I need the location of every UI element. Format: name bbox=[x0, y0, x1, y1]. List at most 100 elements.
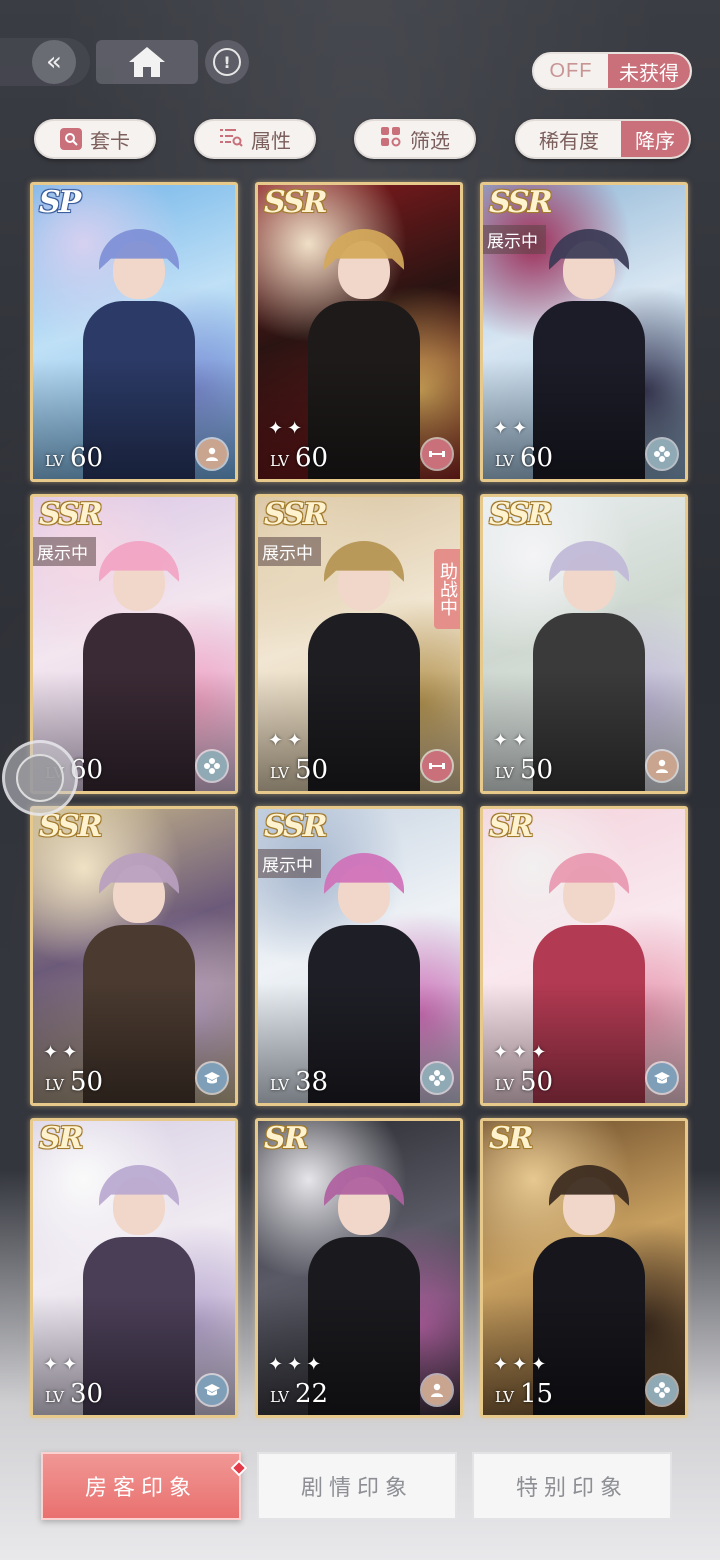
level-display: LV 50 bbox=[495, 1067, 553, 1097]
screen-filter-button[interactable]: 筛选 bbox=[354, 119, 476, 159]
star-icon: ✦ bbox=[512, 730, 528, 751]
rarity-label: SSR bbox=[264, 497, 328, 532]
sort-toggle[interactable]: 稀有度 降序 bbox=[515, 119, 691, 159]
rarity-label: SR bbox=[264, 1121, 309, 1156]
toggle-state-label: 未获得 bbox=[608, 54, 690, 88]
star-row: ✦ ✦ bbox=[493, 418, 527, 439]
level-prefix: LV bbox=[270, 764, 290, 782]
rarity-label: SSR bbox=[39, 497, 103, 532]
star-icon: ✦ bbox=[43, 1042, 59, 1063]
star-icon: ✦ bbox=[493, 730, 509, 751]
screen-filter-label: 筛选 bbox=[410, 128, 450, 153]
level-value: 60 bbox=[520, 443, 554, 473]
set-card-filter-button[interactable]: 套卡 bbox=[34, 119, 156, 159]
level-value: 38 bbox=[295, 1067, 329, 1097]
level-prefix: LV bbox=[495, 452, 515, 470]
person-icon bbox=[647, 751, 677, 781]
star-icon: ✦ bbox=[287, 418, 303, 439]
star-icon: ✦ bbox=[512, 1354, 528, 1375]
character-card[interactable]: SR ✦ ✦ ✦ LV 22 bbox=[255, 1118, 463, 1418]
card-set-icon bbox=[60, 128, 82, 150]
level-display: LV 60 bbox=[495, 443, 553, 473]
character-card[interactable]: SP LV 60 bbox=[30, 182, 238, 482]
level-display: LV 50 bbox=[45, 1067, 103, 1097]
level-display: LV 15 bbox=[495, 1379, 553, 1409]
level-prefix: LV bbox=[495, 764, 515, 782]
star-icon: ✦ bbox=[268, 418, 284, 439]
showing-tag: 展示中 bbox=[258, 537, 321, 566]
sort-order-label: 降序 bbox=[621, 121, 689, 157]
showing-tag: 展示中 bbox=[33, 537, 96, 566]
level-value: 60 bbox=[295, 443, 329, 473]
card-artwork bbox=[33, 185, 235, 479]
star-row: ✦ ✦ ✦ bbox=[493, 1354, 546, 1375]
star-row: ✦ ✦ bbox=[43, 1354, 77, 1375]
star-icon: ✦ bbox=[493, 1354, 509, 1375]
star-icon: ✦ bbox=[493, 418, 509, 439]
double-chevron-left-icon: « bbox=[32, 40, 76, 84]
level-display: LV 22 bbox=[270, 1379, 328, 1409]
level-prefix: LV bbox=[495, 1076, 515, 1094]
star-icon: ✦ bbox=[62, 1354, 78, 1375]
showing-tag: 展示中 bbox=[258, 849, 321, 878]
level-prefix: LV bbox=[45, 1076, 65, 1094]
tab-guest-impression[interactable]: 房客印象 bbox=[41, 1452, 248, 1520]
level-value: 15 bbox=[520, 1379, 554, 1409]
flower-icon bbox=[197, 751, 227, 781]
rarity-label: SSR bbox=[264, 809, 328, 844]
rarity-label: SSR bbox=[489, 185, 553, 220]
assist-tag: 助战中 bbox=[434, 549, 460, 629]
flower-icon bbox=[647, 439, 677, 469]
character-card[interactable]: SSR 展示中 LV 38 bbox=[255, 806, 463, 1106]
character-card[interactable]: SSR 展示中 ✦ ✦ LV 60 bbox=[480, 182, 688, 482]
list-search-icon bbox=[219, 126, 243, 153]
rarity-label: SP bbox=[39, 185, 81, 220]
level-display: LV 38 bbox=[270, 1067, 328, 1097]
level-prefix: LV bbox=[45, 1388, 65, 1406]
dumbbell-icon bbox=[422, 751, 452, 781]
toggle-off-label: OFF bbox=[549, 59, 593, 82]
star-icon: ✦ bbox=[62, 1042, 78, 1063]
star-icon: ✦ bbox=[531, 1354, 547, 1375]
level-value: 50 bbox=[295, 755, 329, 785]
level-prefix: LV bbox=[270, 452, 290, 470]
hat-icon bbox=[197, 1375, 227, 1405]
level-prefix: LV bbox=[45, 452, 65, 470]
character-card[interactable]: SSR 展示中 助战中 ✦ ✦ LV 50 bbox=[255, 494, 463, 794]
attribute-filter-button[interactable]: 属性 bbox=[194, 119, 316, 159]
rarity-label: SR bbox=[489, 1121, 534, 1156]
star-icon: ✦ bbox=[531, 1042, 547, 1063]
tab-special-impression[interactable]: 特别印象 bbox=[472, 1452, 672, 1520]
new-indicator-dot bbox=[230, 1459, 248, 1477]
character-card[interactable]: SR ✦ ✦ ✦ LV 50 bbox=[480, 806, 688, 1106]
star-icon: ✦ bbox=[287, 730, 303, 751]
info-icon: ! bbox=[213, 48, 241, 76]
unobtained-toggle[interactable]: OFF 未获得 bbox=[532, 52, 692, 90]
character-card[interactable]: SSR ✦ ✦ LV 60 bbox=[255, 182, 463, 482]
character-card[interactable]: SR ✦ ✦ ✦ LV 15 bbox=[480, 1118, 688, 1418]
star-icon: ✦ bbox=[287, 1354, 303, 1375]
star-row: ✦ ✦ bbox=[493, 730, 527, 751]
star-icon: ✦ bbox=[512, 418, 528, 439]
star-row: ✦ ✦ bbox=[268, 418, 302, 439]
character-card[interactable]: SSR ✦ ✦ LV 50 bbox=[480, 494, 688, 794]
back-button[interactable]: « bbox=[0, 38, 90, 86]
attribute-filter-label: 属性 bbox=[251, 128, 291, 153]
level-display: LV 50 bbox=[270, 755, 328, 785]
info-button[interactable]: ! bbox=[205, 40, 249, 84]
dumbbell-icon bbox=[422, 439, 452, 469]
character-card[interactable]: SR ✦ ✦ LV 30 bbox=[30, 1118, 238, 1418]
star-icon: ✦ bbox=[512, 1042, 528, 1063]
flower-icon bbox=[647, 1375, 677, 1405]
star-row: ✦ ✦ ✦ bbox=[493, 1042, 546, 1063]
home-button[interactable] bbox=[96, 40, 198, 84]
star-icon: ✦ bbox=[268, 730, 284, 751]
floating-assistant-button[interactable] bbox=[2, 740, 78, 816]
set-card-filter-label: 套卡 bbox=[90, 128, 130, 153]
home-icon bbox=[129, 47, 165, 77]
star-row: ✦ ✦ bbox=[43, 1042, 77, 1063]
card-grid: SPLV60 SSR✦✦LV60 SSR展示中✦✦LV60 SSR展示中LV60 bbox=[30, 182, 688, 1422]
character-card[interactable]: SSR ✦ ✦ LV 50 bbox=[30, 806, 238, 1106]
person-icon bbox=[422, 1375, 452, 1405]
tab-story-impression[interactable]: 剧情印象 bbox=[257, 1452, 457, 1520]
